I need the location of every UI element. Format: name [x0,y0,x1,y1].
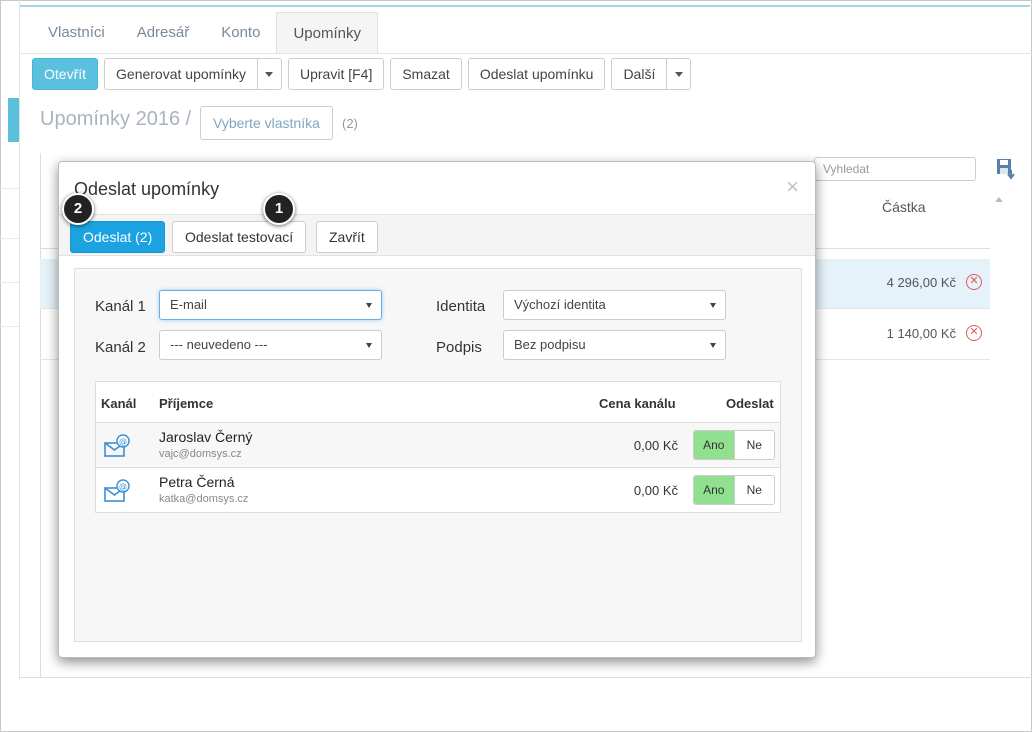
col-recipient: Příjemce [159,396,214,411]
amount-column-header[interactable]: Částka [882,199,926,215]
dialog-toolbar: Odeslat (2) Odeslat testovací Zavřít [59,214,815,256]
signature-label: Podpis [436,339,482,356]
col-send: Odeslat [726,396,774,411]
channel1-value: E-mail [170,297,207,312]
recipient-name: Jaroslav Černý [159,429,253,445]
page-title: Upomínky 2016 / [40,108,192,130]
recipients-table: Kanál Příjemce Cena kanálu Odeslat @ Jar… [95,381,781,513]
dialog-title: Odeslat upomínky [74,179,220,199]
signature-value: Bez podpisu [514,337,586,352]
recipient-email: katka@domsys.cz [159,493,249,505]
send-yes-option[interactable]: Ano [694,431,735,459]
rail-active-marker [8,98,19,142]
main-tabs: Vlastníci Adresář Konto Upomínky [20,8,1032,54]
more-button[interactable]: Další [611,58,668,90]
record-count: (2) [342,116,358,131]
channel2-label: Kanál 2 [95,339,146,356]
send-reminders-dialog: Odeslat upomínky × Odeslat (2) Odeslat t… [58,161,816,658]
recipient-name: Petra Černá [159,474,235,490]
main-toolbar: Otevřít Generovat upomínky Upravit [F4] … [32,58,692,90]
more-dropdown-button[interactable] [667,58,692,90]
channel-price: 0,00 Kč [633,483,678,498]
close-button[interactable]: Zavřít [316,221,378,253]
signature-select[interactable]: Bez podpisu [503,330,726,360]
send-yes-option[interactable]: Ano [694,476,735,504]
channel-price: 0,00 Kč [633,438,678,453]
top-accent-line [20,5,1030,7]
col-channel: Kanál [101,396,137,411]
chevron-down-icon [674,71,683,77]
channel2-value: --- neuvedeno --- [170,337,268,352]
recipient-row: @ Jaroslav Černý vajc@domsys.cz 0,00 Kč … [96,422,780,467]
send-toggle[interactable]: Ano Ne [693,475,775,505]
recipient-email: vajc@domsys.cz [159,448,242,460]
recipient-row: @ Petra Černá katka@domsys.cz 0,00 Kč An… [96,467,780,512]
send-no-option[interactable]: Ne [735,476,775,504]
identity-select[interactable]: Výchozí identita [503,290,726,320]
chevron-down-icon [710,343,716,348]
channel1-select[interactable]: E-mail [159,290,382,320]
rail-divider [0,238,20,239]
identity-label: Identita [436,298,486,315]
close-icon[interactable]: × [786,174,799,200]
email-icon: @ [104,479,130,502]
email-icon: @ [104,434,130,457]
col-channel-price: Cena kanálu [599,396,676,411]
grid-scrollbar[interactable] [992,193,1006,678]
send-no-option[interactable]: Ne [735,431,775,459]
chevron-down-icon [366,303,372,308]
delete-row-icon[interactable]: ✕ [966,325,982,341]
generate-button-group: Generovat upomínky [104,58,282,90]
generate-reminders-button[interactable]: Generovat upomínky [104,58,258,90]
tab-directory[interactable]: Adresář [121,8,206,53]
callout-badge-2: 2 [62,193,94,225]
rail-divider [0,326,20,327]
tab-reminders[interactable]: Upomínky [276,12,378,53]
delete-button[interactable]: Smazat [390,58,462,90]
delete-row-icon[interactable]: ✕ [966,274,982,290]
channel1-label: Kanál 1 [95,298,146,315]
row-amount: 4 296,00 Kč [886,275,956,290]
svg-text:@: @ [119,482,127,491]
save-export-icon[interactable] [996,158,1016,180]
rail-divider [0,282,20,283]
send-button[interactable]: Odeslat (2) [70,221,166,253]
identity-value: Výchozí identita [514,297,606,312]
callout-badge-1: 1 [263,193,295,225]
search-input[interactable]: Vyhledat [814,157,976,181]
open-button[interactable]: Otevřít [32,58,99,90]
row-amount: 1 140,00 Kč [886,326,956,341]
send-reminder-button[interactable]: Odeslat upomínku [467,58,606,90]
left-rail [0,0,20,680]
generate-dropdown-button[interactable] [257,58,282,90]
channel2-select[interactable]: --- neuvedeno --- [159,330,382,360]
chevron-down-icon [366,343,372,348]
more-button-group: Další [611,58,692,90]
chevron-down-icon [265,71,274,77]
svg-text:@: @ [119,437,127,446]
scroll-up-icon[interactable] [995,197,1003,202]
dialog-body: Kanál 1 E-mail Kanál 2 --- neuvedeno ---… [74,268,802,642]
rail-divider [0,188,20,189]
chevron-down-icon [710,303,716,308]
tab-account[interactable]: Konto [205,8,276,53]
select-owner-button[interactable]: Vyberte vlastníka [200,106,333,140]
edit-button[interactable]: Upravit [F4] [287,58,385,90]
tab-owners[interactable]: Vlastníci [32,8,121,53]
send-test-button[interactable]: Odeslat testovací [172,221,307,253]
send-toggle[interactable]: Ano Ne [693,430,775,460]
